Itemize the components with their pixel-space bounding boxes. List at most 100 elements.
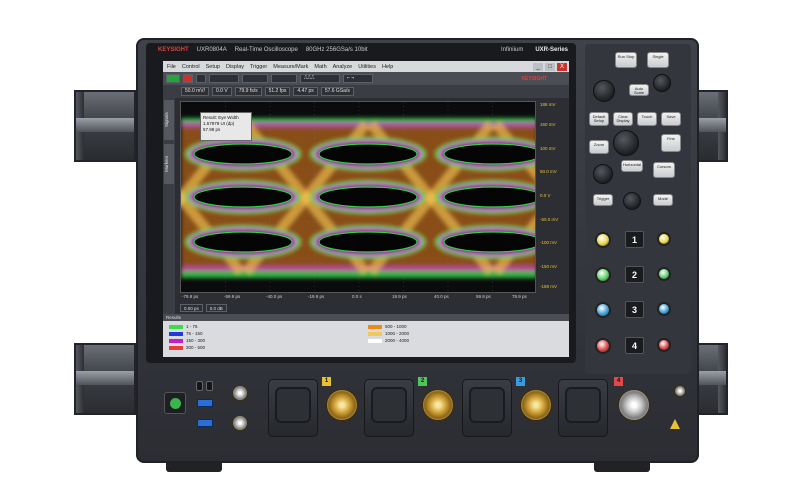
aux-out-connector[interactable]: [232, 385, 248, 401]
update-rate-field[interactable]: 51.2 fps: [264, 87, 291, 96]
menu-bar: File Control Setup Display Trigger Measu…: [163, 61, 569, 72]
gain-field[interactable]: 0.0 dB: [205, 303, 227, 312]
aux-port[interactable]: [206, 381, 213, 391]
menu-control[interactable]: Control: [182, 64, 200, 70]
default-setup-key[interactable]: Default Setup: [589, 112, 609, 126]
oscilloscope-photo: KEYSIGHT UXR0804A Real-Time Oscilloscope…: [0, 0, 800, 503]
usb-port[interactable]: [197, 419, 213, 427]
channel-3-key[interactable]: 3: [625, 301, 644, 318]
zoom-key[interactable]: Zoom: [589, 140, 609, 154]
stop-button[interactable]: [183, 74, 193, 83]
channel-2-input[interactable]: [422, 389, 454, 421]
fine-key[interactable]: Fine: [661, 134, 681, 152]
channel-1-key[interactable]: 1: [625, 231, 644, 248]
channel-4-input[interactable]: [618, 389, 650, 421]
menu-measure[interactable]: Measure/Mark: [273, 64, 308, 70]
save-key[interactable]: Save: [661, 112, 681, 126]
menu-help[interactable]: Help: [382, 64, 393, 70]
results-pane: Results 1 - 75 75 - 150 150 - 300 300 - …: [163, 314, 569, 357]
legend-label: 300 - 500: [186, 345, 206, 350]
channel-3-led[interactable]: [595, 302, 611, 318]
minimize-button[interactable]: _: [533, 62, 543, 71]
power-button[interactable]: [164, 392, 186, 414]
single-key[interactable]: Single: [647, 52, 669, 68]
run-stop-key[interactable]: Run Stop: [615, 52, 637, 68]
front-control-panel: Run Stop Single Auto Scale Default Setup…: [585, 44, 691, 374]
close-button[interactable]: X: [557, 62, 567, 71]
legend-item: 1000 - 2000: [368, 330, 409, 337]
trigger-key[interactable]: Trigger: [593, 194, 613, 206]
channel-3-input[interactable]: [520, 389, 552, 421]
waveform-icon[interactable]: ⎍⎍⎍: [300, 74, 340, 83]
channel-2-offset-led[interactable]: [657, 267, 671, 281]
y-tick: -50.0 mV: [540, 217, 559, 222]
horizontal-scale-field[interactable]: 79.9 fs/s: [234, 87, 262, 96]
vertical-scale-field[interactable]: 50.0 mV/: [181, 87, 210, 96]
menu-analyze[interactable]: Analyze: [333, 64, 353, 70]
legend-item: 2000 - 4000: [368, 337, 409, 344]
position-field[interactable]: 4.47 ps: [293, 87, 318, 96]
menu-utilities[interactable]: Utilities: [358, 64, 376, 70]
legend-swatch: [368, 331, 382, 336]
window-buttons: _ □ X: [533, 62, 569, 71]
channel-4-led[interactable]: [595, 338, 611, 354]
tab-markers[interactable]: Markers: [164, 144, 174, 184]
channel-2-key[interactable]: 2: [625, 266, 644, 283]
menu-trigger[interactable]: Trigger: [250, 64, 267, 70]
channel-1-offset-led[interactable]: [657, 232, 671, 246]
menu-math[interactable]: Math: [314, 64, 326, 70]
acq-field[interactable]: [271, 74, 297, 83]
horizontal-knob[interactable]: [593, 80, 615, 102]
aux-port[interactable]: [196, 381, 203, 391]
legend-label: 500 - 1000: [385, 324, 407, 329]
offset-field[interactable]: 0.0 V: [212, 87, 232, 96]
legend-label: 150 - 300: [186, 338, 206, 343]
maximize-button[interactable]: □: [545, 62, 555, 71]
zoom-knob[interactable]: [613, 130, 639, 156]
mode-key[interactable]: Mode: [653, 194, 673, 206]
clear-display-key[interactable]: Clear Display: [613, 112, 633, 126]
ground-terminal[interactable]: [674, 385, 686, 397]
channel-1-input[interactable]: [326, 389, 358, 421]
horizontal-key[interactable]: Horizontal: [621, 160, 643, 172]
cursor-knob[interactable]: [593, 164, 613, 184]
left-handle-top: [74, 90, 136, 162]
legend-item: 500 - 1000: [368, 323, 409, 330]
cal-out-connector[interactable]: [232, 415, 248, 431]
trigger-level-field[interactable]: [242, 74, 268, 83]
x-tick: 59.9 ps: [476, 294, 491, 299]
menu-setup[interactable]: Setup: [206, 64, 220, 70]
channel-4-key[interactable]: 4: [625, 337, 644, 354]
auto-scale-key[interactable]: Auto Scale: [629, 84, 649, 96]
legend-swatch: [169, 345, 183, 350]
channel-1-slot: [268, 379, 318, 437]
channel-4-offset-led[interactable]: [657, 338, 671, 352]
channel-2-led[interactable]: [595, 267, 611, 283]
delay-field[interactable]: 0.00 ps: [180, 303, 203, 312]
usb-port[interactable]: [197, 399, 213, 407]
y-tick: 0.0 V: [540, 193, 551, 198]
control-toolbar: ⎍⎍⎍ ⌐ ¬ KEYSIGHT: [163, 72, 569, 85]
model-name: UXR0804A: [196, 47, 227, 53]
menu-display[interactable]: Display: [226, 64, 244, 70]
y-tick: 150 mV: [540, 122, 556, 127]
sample-rate-field[interactable]: 57.6 GSa/s: [320, 87, 354, 96]
single-button[interactable]: [196, 74, 206, 83]
trigger-mode-field[interactable]: [209, 74, 239, 83]
legend-label: 75 - 150: [186, 331, 203, 336]
legend-item: 300 - 500: [169, 344, 205, 351]
results-title: Results: [163, 314, 569, 321]
x-axis-labels: -79.9 ps -59.9 ps -40.0 ps -19.9 ps 0.0 …: [180, 293, 536, 301]
trigger-knob[interactable]: [653, 74, 671, 92]
display-screen: File Control Setup Display Trigger Measu…: [163, 61, 569, 357]
tab-signals[interactable]: Signals: [164, 100, 174, 140]
touch-key[interactable]: Touch: [637, 112, 657, 126]
channel-1-led[interactable]: [595, 232, 611, 248]
level-knob[interactable]: [623, 192, 641, 210]
edge-icon[interactable]: ⌐ ¬: [343, 74, 373, 83]
menu-file[interactable]: File: [167, 64, 176, 70]
foot-right: [594, 462, 650, 472]
cursors-key[interactable]: Cursors: [653, 162, 675, 178]
run-button[interactable]: [166, 74, 180, 83]
channel-3-offset-led[interactable]: [657, 302, 671, 316]
